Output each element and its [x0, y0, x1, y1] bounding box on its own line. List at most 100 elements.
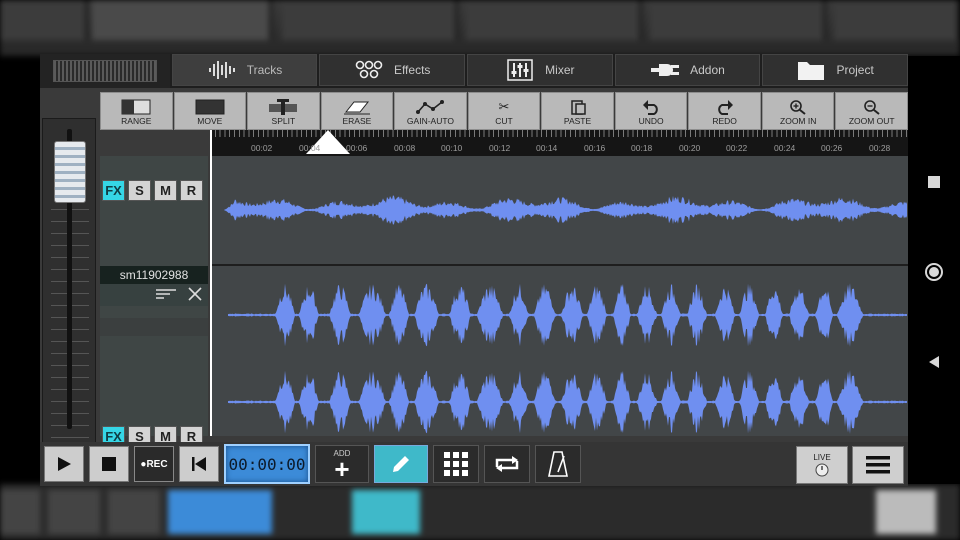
gain-auto-button[interactable]: GAIN-AUTO — [394, 92, 467, 130]
edit-toolbar: RANGE MOVE SPLIT ERASE GAIN-AUTO ✂ CUT P… — [100, 92, 909, 130]
automation-icon — [415, 98, 445, 116]
redo-button[interactable]: REDO — [688, 92, 761, 130]
plug-icon — [650, 59, 680, 81]
move-button[interactable]: MOVE — [173, 92, 247, 130]
ruler-label: 00:16 — [584, 143, 606, 153]
live-button[interactable]: LIVE — [796, 446, 848, 484]
paste-label: PASTE — [563, 116, 592, 126]
ruler-label: 00:26 — [821, 143, 843, 153]
metronome-icon — [548, 451, 568, 477]
tab-mixer[interactable]: Mixer — [467, 54, 613, 86]
waveform-track-1[interactable] — [210, 156, 908, 264]
waveform-area[interactable] — [210, 156, 908, 436]
ruler-label: 00:22 — [726, 143, 748, 153]
paste-button[interactable]: PASTE — [541, 92, 614, 130]
ruler-label: 00:24 — [774, 143, 796, 153]
undo-button[interactable]: UNDO — [614, 92, 688, 130]
folder-icon — [796, 59, 826, 81]
home-icon[interactable] — [922, 260, 946, 284]
draw-mode-button[interactable] — [374, 445, 428, 483]
master-volume-fader[interactable] — [42, 118, 96, 482]
tab-effects-label: Effects — [393, 63, 431, 77]
erase-label: ERASE — [342, 116, 372, 126]
fx-button[interactable]: FX — [102, 180, 125, 201]
ruler-label: 00:18 — [631, 143, 653, 153]
tab-addon-label: Addon — [690, 63, 725, 77]
recents-icon[interactable] — [922, 170, 946, 194]
playhead-line[interactable] — [210, 130, 212, 436]
record-arm-button[interactable]: R — [180, 180, 203, 201]
mixer-sliders-icon — [505, 59, 535, 81]
grid-button[interactable] — [433, 445, 479, 483]
ruler-label: 00:02 — [251, 143, 273, 153]
mute-button[interactable]: M — [154, 180, 177, 201]
rewind-button[interactable] — [179, 446, 219, 482]
app-window: Tracks Effects Mixer Addon Project RANGE… — [40, 54, 909, 486]
transport-bar: ●REC 00:00:00 ADD + LIVE — [40, 442, 908, 486]
eraser-icon — [342, 98, 372, 116]
track-header-1[interactable]: FX S M R sm11902988 — [100, 156, 208, 318]
skip-back-icon — [192, 457, 206, 471]
zoom-in-icon — [789, 98, 807, 116]
tab-addon[interactable]: Addon — [614, 54, 761, 86]
zoom-out-label: ZOOM OUT — [848, 116, 895, 126]
range-button[interactable]: RANGE — [100, 92, 173, 130]
tab-effects[interactable]: Effects — [319, 54, 465, 86]
tab-mixer-label: Mixer — [545, 63, 575, 77]
stop-button[interactable] — [89, 446, 129, 482]
play-icon — [58, 457, 71, 471]
clipboard-icon — [570, 98, 586, 116]
ruler-label: 00:14 — [536, 143, 558, 153]
split-label: SPLIT — [271, 116, 296, 126]
range-icon — [121, 98, 151, 116]
loop-icon — [495, 456, 519, 472]
solo-button[interactable]: S — [128, 180, 151, 201]
track-menu-icon[interactable] — [156, 287, 176, 303]
zoom-out-button[interactable]: ZOOM OUT — [835, 92, 909, 130]
ruler-label: 00:10 — [441, 143, 463, 153]
stop-icon — [102, 457, 116, 471]
undo-icon — [642, 98, 660, 116]
hamburger-menu-icon — [866, 456, 890, 474]
ruler-label: 00:04 — [299, 143, 321, 153]
timeline-ruler[interactable]: 00:02 00:04 00:06 00:08 00:10 00:12 00:1… — [210, 130, 908, 156]
close-icon[interactable] — [188, 286, 202, 304]
live-label: LIVE — [813, 452, 831, 462]
fader-knob[interactable] — [54, 141, 86, 203]
blurred-background-top — [0, 0, 960, 56]
track-controls — [100, 284, 208, 306]
back-icon[interactable] — [922, 350, 946, 374]
main-menu-button[interactable] — [852, 446, 904, 484]
scissors-icon: ✂ — [498, 99, 510, 114]
ruler-label: 00:12 — [489, 143, 511, 153]
tab-tracks[interactable]: Tracks — [171, 54, 318, 86]
grill-logo — [40, 54, 170, 88]
zoom-in-label: ZOOM IN — [780, 116, 817, 126]
blurred-background-bottom — [0, 484, 960, 540]
split-icon — [268, 98, 298, 116]
record-button[interactable]: ●REC — [134, 446, 174, 482]
record-label: ●REC — [140, 458, 168, 470]
erase-button[interactable]: ERASE — [320, 92, 394, 130]
split-button[interactable]: SPLIT — [247, 92, 320, 130]
cut-button[interactable]: ✂ CUT — [467, 92, 541, 130]
power-icon — [815, 463, 829, 476]
waveform-shape — [228, 283, 907, 347]
play-button[interactable] — [44, 446, 84, 482]
waveform-track-2[interactable] — [210, 266, 908, 436]
track-name[interactable]: sm11902988 — [100, 266, 208, 284]
add-track-button[interactable]: ADD + — [315, 445, 369, 483]
time-display[interactable]: 00:00:00 — [224, 444, 310, 484]
track-header-2[interactable]: FX S M R — [100, 336, 208, 447]
ruler-label: 00:06 — [346, 143, 368, 153]
ruler-label: 00:20 — [679, 143, 701, 153]
cut-label: CUT — [495, 116, 513, 126]
metronome-button[interactable] — [535, 445, 581, 483]
zoom-in-button[interactable]: ZOOM IN — [761, 92, 835, 130]
pencil-icon — [393, 456, 409, 472]
waveform-shape — [224, 195, 907, 225]
tab-project[interactable]: Project — [762, 54, 908, 86]
waveform-icon — [207, 59, 237, 81]
track-headers: FX S M R sm11902988 FX S M R — [100, 156, 208, 447]
loop-button[interactable] — [484, 445, 530, 483]
